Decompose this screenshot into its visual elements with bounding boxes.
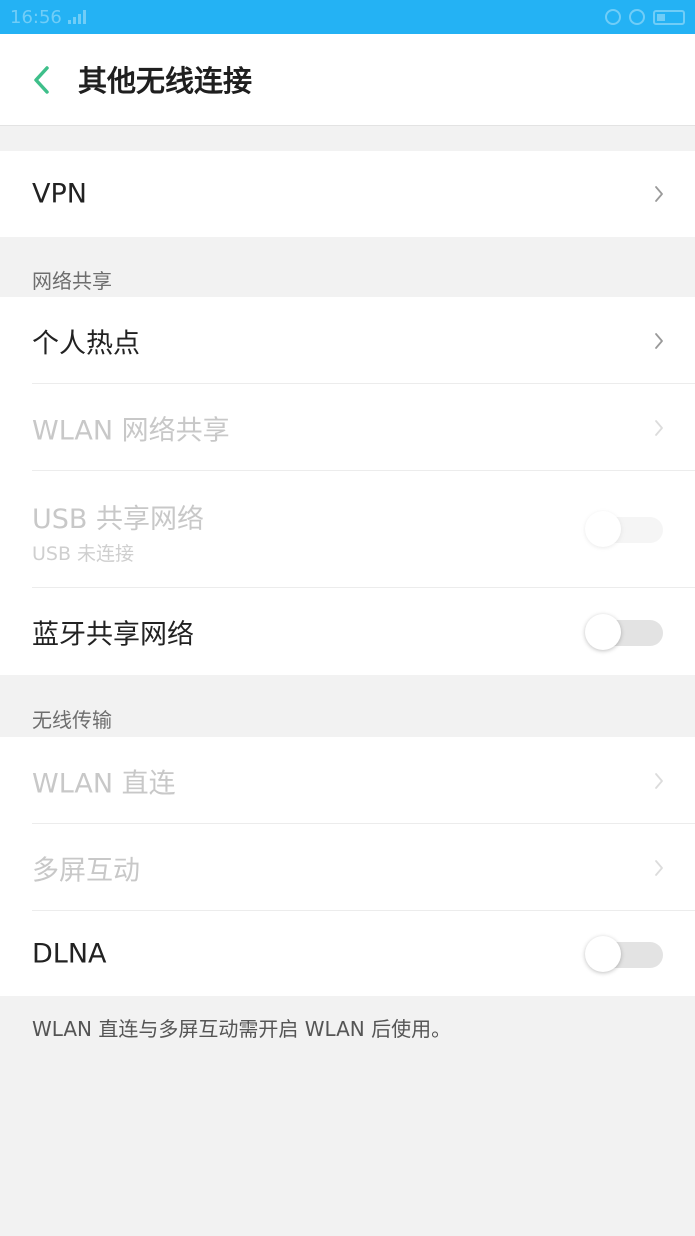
chevron-right-icon xyxy=(655,859,663,876)
signal-icon xyxy=(67,10,86,24)
hotspot-label: 个人热点 xyxy=(32,328,140,359)
status-time: 16:56 xyxy=(10,6,62,28)
battery-icon xyxy=(653,9,685,25)
bluetooth-share-label: 蓝牙共享网络 xyxy=(32,619,194,650)
chevron-right-icon xyxy=(655,419,663,436)
vpn-card: VPN xyxy=(0,151,695,237)
back-arrow-icon[interactable] xyxy=(28,64,60,96)
section-header-wireless: 无线传输 xyxy=(32,708,112,732)
chevron-right-icon xyxy=(655,772,663,789)
vibrate-icon xyxy=(605,9,621,25)
status-bar: 16:56 xyxy=(0,0,695,34)
wlan-direct-row[interactable]: WLAN 直连 xyxy=(0,737,695,824)
usb-share-label: USB 共享网络 xyxy=(32,504,205,535)
vpn-row[interactable]: VPN xyxy=(0,151,695,237)
multiscreen-row[interactable]: 多屏互动 xyxy=(0,824,695,911)
dlna-label: DLNA xyxy=(32,938,107,969)
usb-share-row[interactable]: USB 共享网络 USB 未连接 xyxy=(0,471,695,588)
wlan-share-label: WLAN 网络共享 xyxy=(32,415,230,446)
alarm-icon xyxy=(629,9,645,25)
dlna-row[interactable]: DLNA xyxy=(0,911,695,996)
wireless-card: WLAN 直连 多屏互动 DLNA xyxy=(0,737,695,996)
multiscreen-label: 多屏互动 xyxy=(32,855,140,886)
bluetooth-share-row[interactable]: 蓝牙共享网络 xyxy=(0,588,695,675)
toggle-knob xyxy=(585,511,621,547)
usb-share-toggle[interactable] xyxy=(585,511,663,547)
status-left: 16:56 xyxy=(10,7,86,28)
sharing-card: 个人热点 WLAN 网络共享 USB 共享网络 USB 未连接 蓝牙共享网络 xyxy=(0,297,695,675)
chevron-right-icon xyxy=(655,186,663,202)
wlan-share-row[interactable]: WLAN 网络共享 xyxy=(0,384,695,471)
wlan-direct-label: WLAN 直连 xyxy=(32,768,176,799)
dlna-toggle[interactable] xyxy=(585,935,663,972)
hotspot-row[interactable]: 个人热点 xyxy=(0,297,695,384)
footnote-text: WLAN 直连与多屏互动需开启 WLAN 后使用。 xyxy=(32,1017,452,1041)
toggle-knob xyxy=(585,935,621,972)
status-right xyxy=(605,9,685,25)
section-header-sharing: 网络共享 xyxy=(32,269,112,293)
vpn-label: VPN xyxy=(32,178,87,210)
usb-share-status: USB 未连接 xyxy=(32,543,135,565)
toggle-knob xyxy=(585,613,621,650)
chevron-right-icon xyxy=(655,332,663,349)
bluetooth-share-toggle[interactable] xyxy=(585,613,663,650)
page-title: 其他无线连接 xyxy=(78,64,253,98)
app-header: 其他无线连接 xyxy=(0,34,695,126)
